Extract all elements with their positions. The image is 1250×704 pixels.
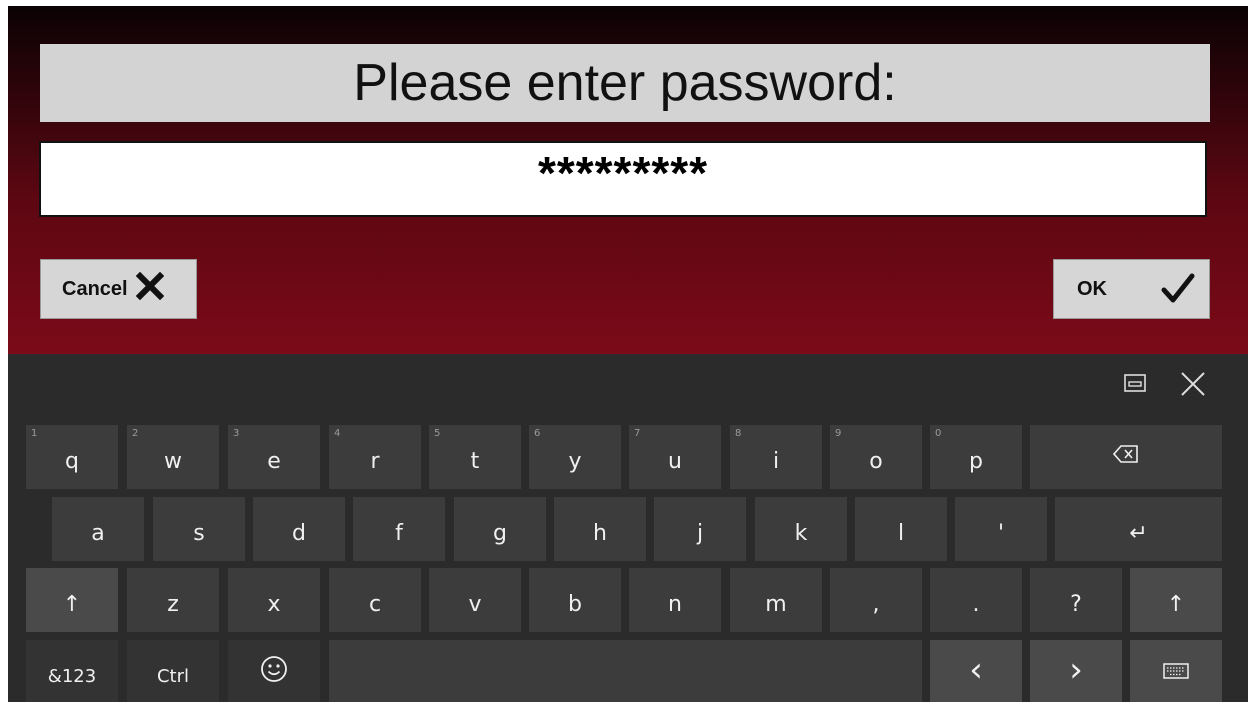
left-arrow-key[interactable]: ‹	[930, 640, 1022, 702]
key-s[interactable]: s	[153, 497, 245, 561]
key-m[interactable]: m	[730, 568, 822, 632]
key-a[interactable]: a	[52, 497, 144, 561]
keyboard-icon	[1163, 660, 1189, 685]
touch-keyboard: 1q 2w 3e 4r 5t 6y 7u 8i 9o 0p a s d f g …	[8, 354, 1248, 702]
symbols-key[interactable]: &123	[26, 640, 118, 702]
password-dialog: Please enter password: ********* Cancel …	[8, 6, 1248, 354]
cancel-label: Cancel	[62, 277, 128, 300]
checkmark-icon	[1161, 272, 1195, 312]
key-v[interactable]: v	[429, 568, 521, 632]
close-icon[interactable]	[1180, 371, 1206, 401]
shift-icon: ↑	[1166, 591, 1186, 617]
key-h[interactable]: h	[554, 497, 646, 561]
key-e[interactable]: 3e	[228, 425, 320, 489]
ok-button[interactable]: OK	[1053, 259, 1210, 319]
key-i[interactable]: 8i	[730, 425, 822, 489]
key-question[interactable]: ?	[1030, 568, 1122, 632]
keyboard-key[interactable]	[1130, 640, 1222, 702]
chevron-right-icon: ›	[1069, 650, 1083, 690]
key-c[interactable]: c	[329, 568, 421, 632]
right-arrow-key[interactable]: ›	[1030, 640, 1122, 702]
shift-icon: ↑	[62, 591, 82, 617]
chevron-left-icon: ‹	[969, 650, 983, 690]
key-k[interactable]: k	[755, 497, 847, 561]
key-j[interactable]: j	[654, 497, 746, 561]
close-x-icon	[135, 271, 164, 306]
key-w[interactable]: 2w	[127, 425, 219, 489]
enter-key[interactable]: ↵	[1055, 497, 1222, 561]
key-z[interactable]: z	[127, 568, 219, 632]
key-l[interactable]: l	[855, 497, 947, 561]
shift-key-left[interactable]: ↑	[26, 568, 118, 632]
emoji-key[interactable]	[228, 640, 320, 702]
key-g[interactable]: g	[454, 497, 546, 561]
backspace-icon	[1112, 444, 1139, 470]
key-d[interactable]: d	[253, 497, 345, 561]
key-u[interactable]: 7u	[629, 425, 721, 489]
space-key[interactable]	[329, 640, 922, 702]
key-period[interactable]: .	[930, 568, 1022, 632]
password-prompt: Please enter password:	[40, 44, 1210, 122]
key-r[interactable]: 4r	[329, 425, 421, 489]
app-window: Please enter password: ********* Cancel …	[8, 6, 1248, 702]
ok-label: OK	[1077, 277, 1107, 300]
key-f[interactable]: f	[353, 497, 445, 561]
key-o[interactable]: 9o	[830, 425, 922, 489]
enter-icon: ↵	[1129, 520, 1148, 546]
keyboard-layout-icon[interactable]	[1124, 374, 1146, 396]
password-field[interactable]: *********	[39, 141, 1207, 217]
smiley-icon	[260, 655, 288, 689]
key-t[interactable]: 5t	[429, 425, 521, 489]
key-p[interactable]: 0p	[930, 425, 1022, 489]
key-b[interactable]: b	[529, 568, 621, 632]
ctrl-key[interactable]: Ctrl	[127, 640, 219, 702]
cancel-button[interactable]: Cancel	[40, 259, 197, 319]
key-q[interactable]: 1q	[26, 425, 118, 489]
key-apostrophe[interactable]: '	[955, 497, 1047, 561]
shift-key-right[interactable]: ↑	[1130, 568, 1222, 632]
key-y[interactable]: 6y	[529, 425, 621, 489]
key-comma[interactable]: ,	[830, 568, 922, 632]
key-x[interactable]: x	[228, 568, 320, 632]
key-n[interactable]: n	[629, 568, 721, 632]
backspace-key[interactable]	[1030, 425, 1222, 489]
